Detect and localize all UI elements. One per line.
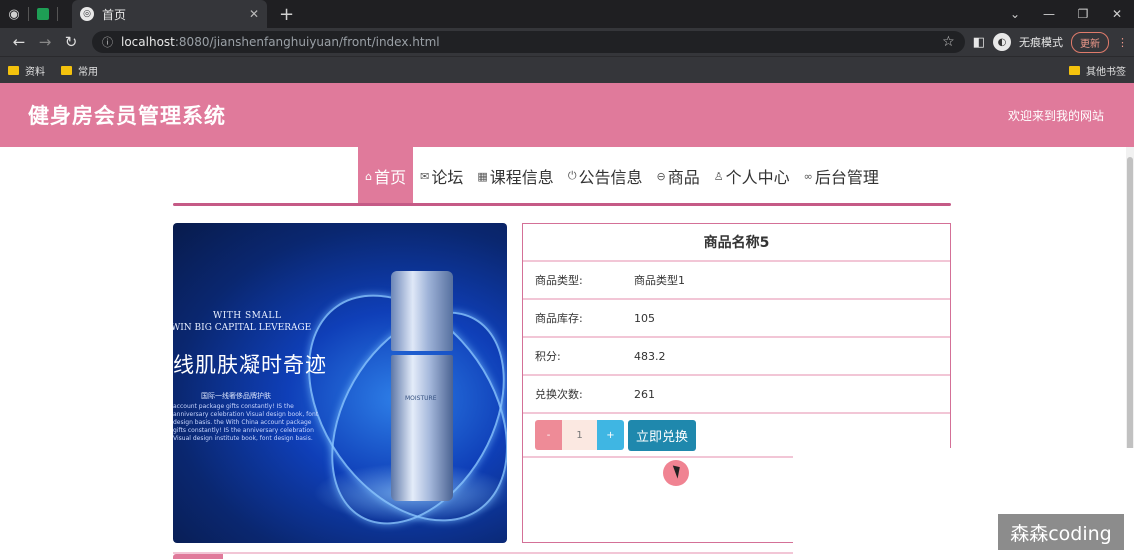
- globe-icon: ◎: [80, 7, 94, 21]
- detail-label: 兑换次数:: [535, 388, 583, 401]
- detail-label: 积分:: [535, 350, 561, 363]
- menu-label: 后台管理: [814, 168, 879, 187]
- quantity-increase-button[interactable]: +: [597, 420, 624, 450]
- bookmark-label: 常用: [78, 66, 98, 78]
- menu-item-forum[interactable]: ✉ 论坛: [413, 147, 470, 205]
- menu-item-notices[interactable]: ⏻ 公告信息: [561, 147, 650, 205]
- menu-item-admin[interactable]: ∞ 后台管理: [797, 147, 886, 205]
- new-tab-icon[interactable]: +: [279, 4, 294, 25]
- menu-item-courses[interactable]: ▦ 课程信息: [470, 147, 560, 205]
- star-icon[interactable]: ☆: [942, 34, 955, 50]
- calendar-icon: ▦: [477, 169, 488, 183]
- bookmark-folder-1[interactable]: 资料: [8, 63, 45, 78]
- menu-label: 课程信息: [489, 168, 554, 187]
- site-title: 健身房会员管理系统: [28, 104, 226, 128]
- sidepanel-icon[interactable]: ◧: [973, 35, 985, 50]
- watermark: 森森coding: [998, 514, 1124, 550]
- image-text: WIN BIG CAPITAL LEVERAGE: [173, 323, 312, 333]
- address-bar: ← → ↻ ⓘ localhost:8080/jianshenfanghuiyu…: [0, 28, 1134, 56]
- close-icon[interactable]: ✕: [249, 7, 259, 21]
- forward-icon[interactable]: →: [32, 33, 58, 51]
- main-menu: ⌂ 首页 ✉ 论坛 ▦ 课程信息 ⏻ 公告信息 ⊖ 商品 ♙ 个人中心 ∞ 后台管理: [0, 147, 1134, 206]
- detail-label: 商品库存:: [535, 312, 583, 325]
- incognito-icon: ◐: [993, 33, 1011, 51]
- window-close-icon[interactable]: ✕: [1100, 7, 1134, 21]
- restore-icon[interactable]: ❐: [1066, 7, 1100, 21]
- menu-label: 论坛: [431, 168, 464, 187]
- product-bottle: MOISTURE: [391, 271, 453, 501]
- toolbar-right: ◧ ◐ 无痕模式 更新 ⋮: [973, 31, 1128, 53]
- menu-item-products[interactable]: ⊖ 商品: [650, 147, 707, 205]
- incognito-label: 无痕模式: [1019, 36, 1063, 49]
- menu-label: 首页: [374, 168, 407, 187]
- tab-search-icon[interactable]: ⌄: [998, 7, 1032, 21]
- section-tab: [173, 554, 223, 559]
- image-text: 国际一线奢侈品牌护肤: [201, 392, 271, 400]
- redeem-button[interactable]: 立即兑换: [628, 419, 697, 451]
- menu-underline: [173, 203, 951, 206]
- image-text: WITH SMALL: [213, 311, 282, 321]
- menu-label: 商品: [667, 168, 700, 187]
- detail-row: 积分: 483.2: [523, 338, 950, 376]
- user-icon: ♙: [713, 169, 724, 183]
- other-bookmarks[interactable]: 其他书签: [1069, 57, 1126, 84]
- url-host: localhost: [121, 35, 175, 49]
- image-text: account package gifts constantly! IS the…: [173, 403, 319, 442]
- url-path: :8080/jianshenfanghuiyuan/front/index.ht…: [174, 35, 440, 49]
- menu-item-home[interactable]: ⌂ 首页: [358, 147, 414, 205]
- detail-value: 商品类型1: [634, 274, 685, 287]
- folder-icon: [1069, 66, 1080, 75]
- tab-title: 首页: [102, 7, 127, 22]
- info-icon[interactable]: ⓘ: [102, 34, 113, 50]
- tab-separator: [57, 7, 58, 21]
- home-icon: ⌂: [365, 169, 373, 183]
- window-controls: ⌄ — ❐ ✕: [998, 0, 1134, 28]
- folder-icon: [8, 65, 19, 75]
- power-icon: ⏻: [567, 169, 577, 182]
- detail-row: 商品类型: 商品类型1: [523, 262, 950, 300]
- detail-row: 兑换次数: 261: [523, 376, 950, 414]
- other-bookmarks-label: 其他书签: [1086, 67, 1126, 78]
- welcome-text: 欢迎来到我的网站: [1007, 108, 1104, 123]
- image-headline: 线肌肤凝时奇迹: [173, 353, 327, 377]
- reload-icon[interactable]: ↻: [58, 33, 84, 51]
- tab-active[interactable]: ◎ 首页 ✕: [72, 0, 267, 28]
- menu-item-profile[interactable]: ♙ 个人中心: [707, 147, 797, 205]
- bottle-label: MOISTURE: [405, 395, 437, 402]
- detail-value: 105: [634, 311, 655, 325]
- link-icon: ∞: [803, 169, 813, 183]
- folder-icon: [61, 65, 72, 75]
- bottle-body: MOISTURE: [391, 355, 453, 501]
- bookmarks-bar: 资料 常用 其他书签: [0, 56, 1134, 83]
- menu-label: 个人中心: [725, 168, 790, 187]
- product-name: 商品名称5: [523, 224, 950, 262]
- quantity-decrease-button[interactable]: -: [535, 420, 562, 450]
- browser-tab-bar: ◉ ◎ 首页 ✕ + ⌄ — ❐ ✕: [0, 0, 1134, 28]
- bottle-cap: [391, 271, 453, 351]
- product-image: WITH SMALL WIN BIG CAPITAL LEVERAGE 线肌肤凝…: [173, 223, 507, 543]
- bookmark-folder-2[interactable]: 常用: [61, 63, 98, 78]
- url-input[interactable]: ⓘ localhost:8080/jianshenfanghuiyuan/fro…: [92, 31, 965, 53]
- menu-label: 公告信息: [578, 168, 643, 187]
- bookmark-label: 资料: [25, 66, 45, 78]
- pinned-tab-icon[interactable]: [29, 0, 57, 28]
- mail-icon: ✉: [420, 169, 430, 183]
- update-button[interactable]: 更新: [1071, 31, 1109, 53]
- minimize-icon[interactable]: —: [1032, 7, 1066, 21]
- detail-value: 261: [634, 387, 655, 401]
- browser-menu-icon[interactable]: ◉: [0, 0, 28, 28]
- more-menu-icon[interactable]: ⋮: [1117, 36, 1128, 49]
- detail-value: 483.2: [634, 349, 666, 363]
- quantity-input[interactable]: 1: [562, 420, 597, 450]
- product-icon: ⊖: [656, 169, 666, 183]
- site-header: 健身房会员管理系统 欢迎来到我的网站: [0, 83, 1134, 147]
- back-icon[interactable]: ←: [6, 33, 32, 51]
- detail-label: 商品类型:: [535, 274, 583, 287]
- detail-row: 商品库存: 105: [523, 300, 950, 338]
